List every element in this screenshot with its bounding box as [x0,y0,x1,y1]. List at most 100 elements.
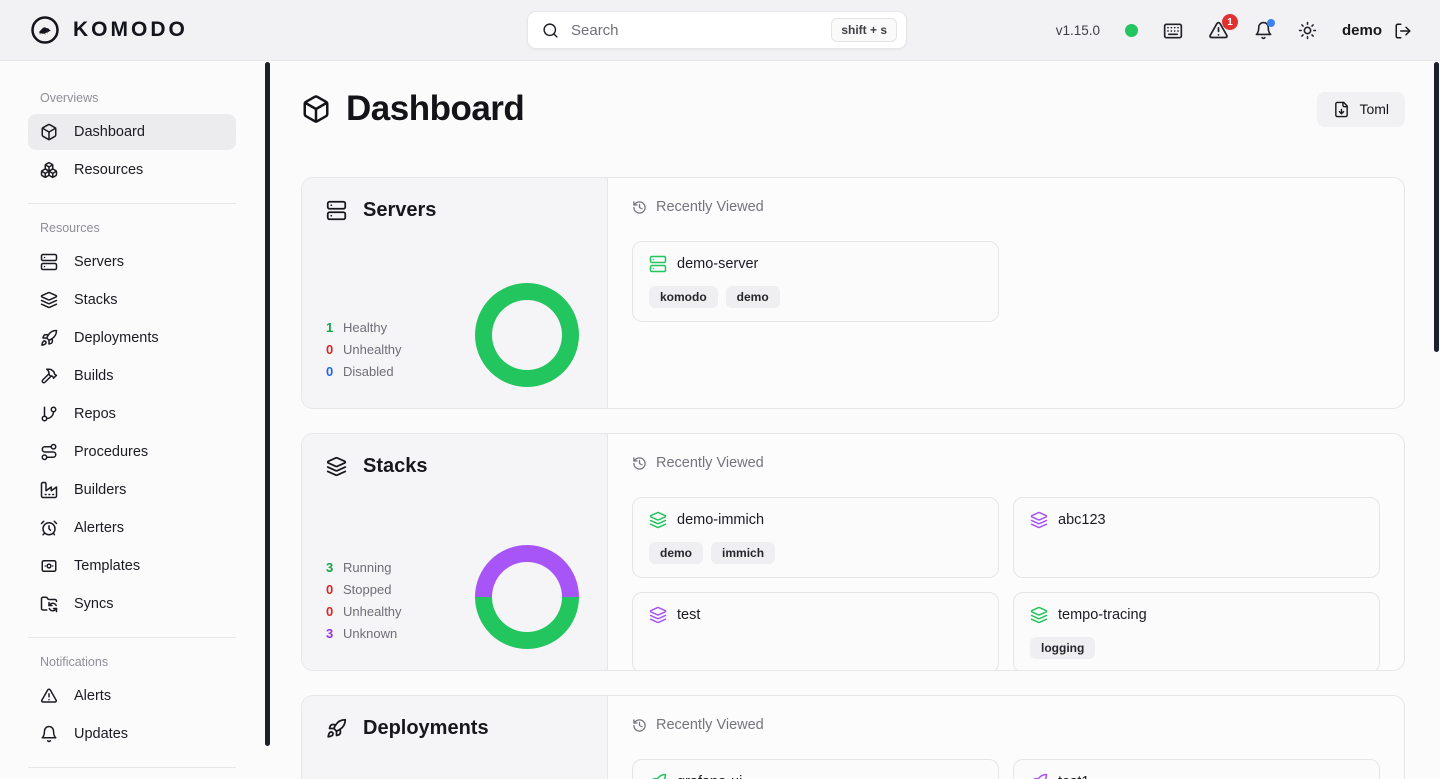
resource-name-row: demo-server [649,255,982,273]
stacks-section: Stacks 3 Running 0 Stopped [301,433,1405,671]
stacks-summary-panel[interactable]: Stacks 3 Running 0 Stopped [302,434,608,670]
sidebar-item-label: Updates [74,726,128,742]
sidebar-group-resources: Resources [40,221,268,235]
legend-count: 0 [326,582,334,597]
sidebar-item-syncs[interactable]: Syncs [28,586,236,622]
sidebar-item-repos[interactable]: Repos [28,396,236,432]
sidebar-item-deployments[interactable]: Deployments [28,320,236,356]
export-toml-button[interactable]: Toml [1317,92,1405,127]
sidebar-item-dashboard[interactable]: Dashboard [28,114,236,150]
server-card-demo-server[interactable]: demo-server komodo demo [632,241,999,322]
brand-home-link[interactable]: KOMODO [30,15,188,45]
stack-card-tempo-tracing[interactable]: tempo-tracing logging [1013,592,1380,671]
legend-count: 1 [326,320,334,335]
sidebar-item-servers[interactable]: Servers [28,244,236,280]
sidebar: Overviews Dashboard Resources Resources [0,61,268,779]
keyboard-shortcuts-button[interactable] [1163,21,1183,41]
logout-icon[interactable] [1394,22,1412,40]
legend-label: Unhealthy [343,604,402,619]
section-title-text: Servers [363,199,436,222]
tag[interactable]: demo [726,286,780,308]
rocket-icon [326,718,347,739]
sidebar-item-label: Stacks [74,292,118,308]
sidebar-item-alerts[interactable]: Alerts [28,678,236,714]
sidebar-divider [28,637,236,638]
folder-sync-icon [40,595,58,613]
tag[interactable]: immich [711,542,775,564]
sidebar-divider [28,203,236,204]
stacks-cards: demo-immich demo immich [632,497,1380,671]
servers-section: Servers 1 Healthy 0 Unhealthy [301,177,1405,409]
sidebar-item-templates[interactable]: Templates [28,548,236,584]
top-bar-actions: v1.15.0 1 [1056,0,1412,61]
updates-button[interactable] [1254,21,1273,40]
servers-legend: 1 Healthy 0 Unhealthy 0 Disabled [326,320,402,387]
deployments-cards: grafana-ui test1 [632,759,1380,779]
section-title-text: Deployments [363,717,489,740]
sun-icon [1298,21,1317,40]
tag[interactable]: komodo [649,286,718,308]
legend-row: 0 Unhealthy [326,342,402,357]
file-down-icon [1333,101,1350,118]
sidebar-item-label: Dashboard [74,124,145,140]
legend-row: 0 Disabled [326,364,402,379]
username: demo [1342,22,1382,39]
stack-card-abc123[interactable]: abc123 [1013,497,1380,578]
sidebar-item-stacks[interactable]: Stacks [28,282,236,318]
stack-card-demo-immich[interactable]: demo-immich demo immich [632,497,999,578]
user-menu[interactable]: demo [1342,22,1412,40]
layers-icon [649,606,667,624]
rocket-icon [40,329,58,347]
sidebar-group-overviews: Overviews [40,91,268,105]
recently-viewed-header: Recently Viewed [632,717,1380,733]
legend-label: Unhealthy [343,342,402,357]
resource-name: abc123 [1058,512,1106,528]
server-icon [326,200,347,221]
sidebar-item-builds[interactable]: Builds [28,358,236,394]
resource-name-row: demo-immich [649,511,982,529]
stacks-donut-chart [475,545,579,649]
stacks-summary: 3 Running 0 Stopped 0 Unhealthy [326,545,583,649]
core-status-dot[interactable] [1125,24,1138,37]
stack-card-test[interactable]: test [632,592,999,671]
alerts-button[interactable]: 1 [1208,20,1229,41]
page-header: Dashboard Toml [301,89,1405,129]
deployment-card-grafana-ui[interactable]: grafana-ui [632,759,999,779]
legend-row: 0 Unhealthy [326,604,402,619]
sidebar-group-notifications: Notifications [40,655,268,669]
deployments-section-title: Deployments [326,717,583,740]
theme-toggle-button[interactable] [1298,21,1317,40]
servers-cards: demo-server komodo demo [632,241,1380,322]
tag-list: komodo demo [649,286,982,308]
tag[interactable]: logging [1030,637,1095,659]
app-version: v1.15.0 [1056,23,1100,38]
legend-label: Running [343,560,391,575]
deployments-recently-viewed-panel: Recently Viewed grafana-ui [608,696,1404,779]
global-search[interactable]: shift + s [527,11,907,49]
route-icon [40,443,58,461]
legend-row: 0 Stopped [326,582,402,597]
search-input[interactable] [571,22,831,39]
section-title-text: Stacks [363,455,428,478]
tag[interactable]: demo [649,542,703,564]
servers-summary-panel[interactable]: Servers 1 Healthy 0 Unhealthy [302,178,608,408]
search-icon [542,22,559,39]
main-content: Dashboard Toml [268,61,1440,779]
tag-list: demo immich [649,542,982,564]
template-icon [40,557,58,575]
page-scrollbar[interactable] [1434,62,1439,352]
sidebar-item-procedures[interactable]: Procedures [28,434,236,470]
rocket-icon [649,773,667,779]
sidebar-item-label: Procedures [74,444,148,460]
hammer-icon [40,367,58,385]
sidebar-item-builders[interactable]: Builders [28,472,236,508]
legend-count: 0 [326,342,334,357]
deployment-card-test1[interactable]: test1 [1013,759,1380,779]
alert-count-badge: 1 [1222,14,1238,30]
recently-viewed-label: Recently Viewed [656,199,764,215]
resource-name: tempo-tracing [1058,607,1147,623]
sidebar-item-alerters[interactable]: Alerters [28,510,236,546]
sidebar-item-resources[interactable]: Resources [28,152,236,188]
deployments-summary-panel[interactable]: Deployments [302,696,608,779]
sidebar-item-updates[interactable]: Updates [28,716,236,752]
